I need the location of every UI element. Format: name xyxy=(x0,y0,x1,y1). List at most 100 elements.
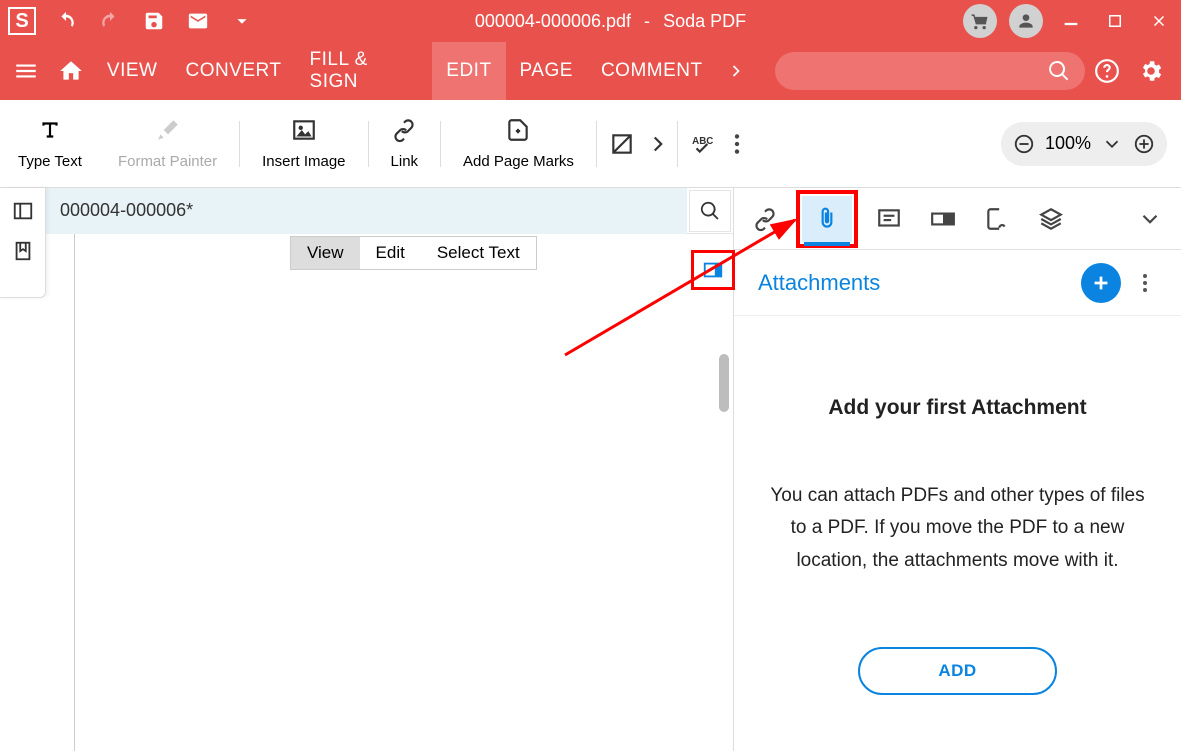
insert-image-button[interactable]: Insert Image xyxy=(244,100,363,188)
spellcheck-button[interactable]: ABC xyxy=(682,100,724,188)
link-icon xyxy=(391,117,417,143)
scrollbar-thumb[interactable] xyxy=(719,354,729,412)
title-separator: - xyxy=(644,11,650,31)
attachments-heading: Add your first Attachment xyxy=(764,396,1151,420)
mail-button[interactable] xyxy=(176,0,220,42)
window-title: 000004-000006.pdf - Soda PDF xyxy=(264,11,957,32)
mode-select[interactable]: Select Text xyxy=(421,237,536,269)
document-filename: 000004-000006.pdf xyxy=(475,11,631,31)
svg-text:ABC: ABC xyxy=(692,136,713,147)
eraser-button[interactable] xyxy=(601,100,643,188)
link-icon xyxy=(752,206,778,232)
zoom-control: 100% xyxy=(1001,122,1167,166)
comment-icon xyxy=(876,206,902,232)
attachments-title: Attachments xyxy=(758,270,1081,296)
more-vert-icon xyxy=(724,131,750,157)
menu-convert[interactable]: CONVERT xyxy=(171,42,295,100)
mode-bar: View Edit Select Text xyxy=(290,236,537,270)
rp-tab-comments[interactable] xyxy=(866,196,912,242)
ribbon-overflow-button[interactable] xyxy=(724,100,750,188)
ribbon-next-button[interactable] xyxy=(643,100,673,188)
redo-button[interactable] xyxy=(88,0,132,42)
menu-fill-sign[interactable]: FILL & SIGN xyxy=(296,42,433,100)
right-panel-toggle[interactable] xyxy=(691,250,735,290)
add-page-marks-button[interactable]: Add Page Marks xyxy=(445,100,592,188)
bookmark-icon[interactable] xyxy=(12,240,34,262)
search-box[interactable] xyxy=(775,52,1085,90)
more-vert-icon xyxy=(1133,271,1157,295)
menu-comment[interactable]: COMMENT xyxy=(587,42,717,100)
plus-icon xyxy=(1090,272,1112,294)
account-button[interactable] xyxy=(1009,4,1043,38)
ribbon-separator xyxy=(239,121,240,167)
titlebar-more-button[interactable] xyxy=(220,0,264,42)
minimize-button[interactable] xyxy=(1049,0,1093,42)
attachments-menu-button[interactable] xyxy=(1133,271,1157,295)
chevron-right-icon xyxy=(645,131,671,157)
zoom-out-button[interactable] xyxy=(1013,133,1035,155)
document-area: 000004-000006* View Edit Select Text xyxy=(46,188,733,751)
spellcheck-icon: ABC xyxy=(690,131,716,157)
type-text-icon xyxy=(37,117,63,143)
rp-tab-form[interactable] xyxy=(920,196,966,242)
left-sidebar xyxy=(0,188,46,298)
image-icon xyxy=(291,117,317,143)
attachments-add-button[interactable]: ADD xyxy=(858,647,1056,695)
menu-overflow-button[interactable] xyxy=(717,61,756,81)
rp-tab-layers[interactable] xyxy=(1028,196,1074,242)
chevron-down-icon xyxy=(1137,206,1163,232)
menu-view[interactable]: VIEW xyxy=(93,42,172,100)
zoom-in-button[interactable] xyxy=(1133,133,1155,155)
attachments-empty-body: Add your first Attachment You can attach… xyxy=(734,316,1181,751)
mode-view[interactable]: View xyxy=(291,237,360,269)
page-marks-icon xyxy=(505,117,531,143)
right-panel: Attachments Add your first Attachment Yo… xyxy=(733,188,1181,751)
attachments-description: You can attach PDFs and other types of f… xyxy=(764,480,1151,577)
right-panel-header: Attachments xyxy=(734,250,1181,316)
type-text-label: Type Text xyxy=(18,153,82,170)
panel-left-icon[interactable] xyxy=(12,200,34,222)
menu-bar: VIEW CONVERT FILL & SIGN EDIT PAGE COMME… xyxy=(0,42,1181,100)
paperclip-icon xyxy=(814,206,840,232)
close-button[interactable] xyxy=(1137,0,1181,42)
app-name: Soda PDF xyxy=(663,11,746,31)
maximize-button[interactable] xyxy=(1093,0,1137,42)
format-painter-icon xyxy=(155,117,181,143)
rp-tab-attachments[interactable] xyxy=(796,190,858,248)
format-painter-label: Format Painter xyxy=(118,153,217,170)
save-button[interactable] xyxy=(132,0,176,42)
home-button[interactable] xyxy=(48,42,92,100)
ribbon-separator xyxy=(596,121,597,167)
link-button[interactable]: Link xyxy=(373,100,437,188)
layers-icon xyxy=(1038,206,1064,232)
zoom-value[interactable]: 100% xyxy=(1045,133,1091,154)
undo-button[interactable] xyxy=(44,0,88,42)
rp-tab-sign[interactable] xyxy=(974,196,1020,242)
format-painter-button[interactable]: Format Painter xyxy=(100,100,235,188)
hamburger-menu-button[interactable] xyxy=(4,42,48,100)
document-tab[interactable]: 000004-000006* xyxy=(46,188,687,234)
mode-edit[interactable]: Edit xyxy=(360,237,421,269)
search-icon xyxy=(1047,59,1071,83)
link-label: Link xyxy=(391,153,419,170)
ribbon-separator xyxy=(677,121,678,167)
cart-button[interactable] xyxy=(963,4,997,38)
help-button[interactable] xyxy=(1085,42,1129,100)
insert-image-label: Insert Image xyxy=(262,153,345,170)
type-text-button[interactable]: Type Text xyxy=(0,100,100,188)
form-icon xyxy=(930,206,956,232)
add-attachment-button[interactable] xyxy=(1081,263,1121,303)
right-panel-tabs xyxy=(734,188,1181,250)
doc-search-button[interactable] xyxy=(689,190,731,232)
menu-page[interactable]: PAGE xyxy=(506,42,587,100)
document-canvas[interactable] xyxy=(74,234,733,751)
settings-button[interactable] xyxy=(1129,42,1173,100)
add-page-marks-label: Add Page Marks xyxy=(463,153,574,170)
zoom-dropdown-button[interactable] xyxy=(1101,133,1123,155)
panel-right-icon xyxy=(702,259,724,281)
app-logo: S xyxy=(8,7,36,35)
menu-edit[interactable]: EDIT xyxy=(432,42,505,100)
eraser-icon xyxy=(609,131,635,157)
rp-tab-links[interactable] xyxy=(742,196,788,242)
rp-collapse-button[interactable] xyxy=(1127,196,1173,242)
